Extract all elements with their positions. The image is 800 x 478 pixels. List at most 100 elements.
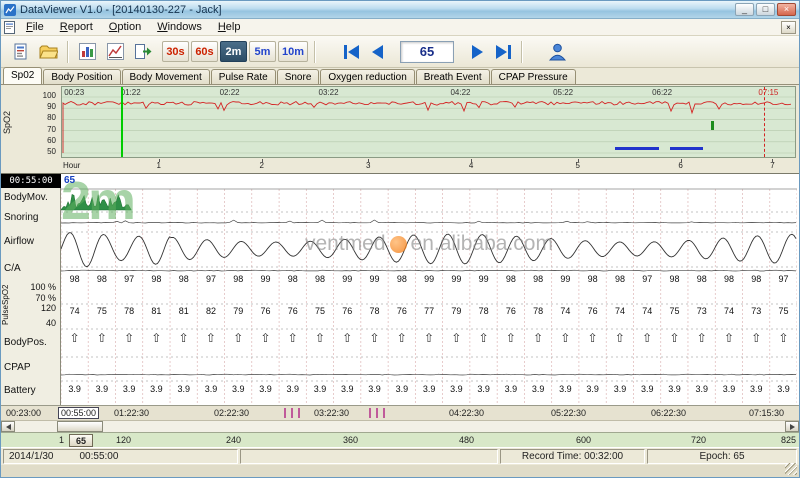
right-triangle-icon [496, 45, 507, 59]
overview-panel: SpO2 1009080706050 00:2301:2202:2203:220… [1, 85, 799, 173]
hour-ruler: Hour 1234567 [61, 159, 796, 172]
pulse-value: 81 [170, 306, 197, 316]
epoch-time-box: 00:55:00 [1, 174, 61, 188]
event-marker-tick [369, 408, 371, 418]
tab-breath-event[interactable]: Breath Event [416, 69, 490, 84]
channel-label-bodymov: BodyMov. [4, 192, 48, 203]
menu-help[interactable]: Help [210, 20, 249, 35]
battery-value: 3.9 [443, 384, 470, 394]
menu-file[interactable]: File [18, 20, 52, 35]
bodypos-arrow: ⇧ [525, 331, 552, 345]
channel-label-battery: Battery [4, 385, 36, 396]
status-time: 00:55:00 [80, 451, 119, 462]
skip-bar-icon [508, 45, 511, 59]
trend-chart-icon [107, 43, 124, 60]
minimize-button[interactable]: _ [735, 3, 754, 16]
previous-epoch-button[interactable] [364, 41, 390, 63]
epoch-ruler-label[interactable]: 65 [69, 434, 93, 447]
skip-bar-icon [344, 45, 347, 59]
hour-tick: 5 [576, 161, 580, 170]
main-plot[interactable]: 65 2m ventmed en.alibaba.com 98989798989… [61, 174, 797, 406]
pulse-value: 78 [470, 306, 497, 316]
time-ruler-label: 04:22:30 [449, 408, 484, 418]
status-datetime: 2014/1/30 00:55:00 [3, 449, 238, 464]
first-epoch-button[interactable] [338, 41, 364, 63]
last-epoch-button[interactable] [490, 41, 516, 63]
scroll-left-button[interactable] [1, 421, 15, 432]
resize-grip[interactable] [785, 463, 797, 475]
bodypos-arrow: ⇧ [770, 331, 797, 345]
spo2-value: 98 [279, 274, 306, 284]
window-frame-bottom [1, 465, 799, 477]
menu-windows[interactable]: Windows [149, 20, 210, 35]
epoch-ruler-label: 120 [116, 435, 131, 445]
bodypos-arrow: ⇧ [116, 331, 143, 345]
bodypos-arrow: ⇧ [88, 331, 115, 345]
bodypos-arrow: ⇧ [606, 331, 633, 345]
time-scale-10m[interactable]: 10m [278, 41, 308, 62]
overview-position-cursor[interactable] [121, 87, 123, 157]
timeline-scrollbar[interactable] [1, 420, 799, 432]
maximize-button[interactable]: □ [756, 3, 775, 16]
patient-info-button[interactable] [543, 39, 571, 65]
battery-value: 3.9 [143, 384, 170, 394]
watermark-brand: ventmed en.alibaba.com [61, 232, 797, 256]
time-scale-5m[interactable]: 5m [249, 41, 276, 62]
pulse-value: 73 [688, 306, 715, 316]
tab-body-position[interactable]: Body Position [43, 69, 120, 84]
epoch-ruler-label: 825 [781, 435, 796, 445]
title-bar[interactable]: DataViewer V1.0 - [20140130-227 - Jack] … [1, 1, 799, 19]
battery-value: 3.9 [743, 384, 770, 394]
export-button[interactable] [129, 39, 157, 65]
bodypos-arrow: ⇧ [225, 331, 252, 345]
channel-label-pulsespo2: PulseSpO2 [1, 276, 12, 334]
report-button[interactable] [6, 39, 34, 65]
spo2-value: 98 [743, 274, 770, 284]
overview-event-bar [615, 147, 659, 150]
bodypos-arrow: ⇧ [443, 331, 470, 345]
app-logo-icon [4, 4, 16, 16]
overview-ytick: 100 [43, 91, 56, 100]
time-ruler-label: 03:22:30 [314, 408, 349, 418]
mdi-close-button[interactable]: × [781, 21, 796, 34]
event-marker-tick [284, 408, 286, 418]
pulse-value: 74 [715, 306, 742, 316]
scrollbar-thumb[interactable] [57, 421, 103, 432]
time-scale-30s[interactable]: 30s [162, 41, 189, 62]
spo2-value: 98 [688, 274, 715, 284]
statistics-button[interactable] [73, 39, 101, 65]
menu-report[interactable]: Report [52, 20, 101, 35]
event-marker-tick [291, 408, 293, 418]
right-triangle-icon [472, 45, 483, 59]
scroll-right-button[interactable] [785, 421, 799, 432]
epoch-input[interactable] [400, 41, 454, 63]
tab-oxygen-reduction[interactable]: Oxygen reduction [320, 69, 414, 84]
time-scale-2m[interactable]: 2m [220, 41, 247, 62]
menu-option[interactable]: Option [101, 20, 149, 35]
app-icon [4, 4, 16, 16]
overview-ytick: 60 [47, 136, 56, 145]
tab-sp02[interactable]: Sp02 [3, 67, 42, 84]
battery-value: 3.9 [306, 384, 333, 394]
tab-bar: Sp02Body PositionBody MovementPulse Rate… [1, 68, 799, 85]
next-epoch-button[interactable] [464, 41, 490, 63]
close-button[interactable]: × [777, 3, 796, 16]
tab-snore[interactable]: Snore [277, 69, 320, 84]
channel-label-bodypos: BodyPos. [4, 337, 47, 348]
tab-cpap-pressure[interactable]: CPAP Pressure [491, 69, 576, 84]
battery-value: 3.9 [361, 384, 388, 394]
tab-body-movement[interactable]: Body Movement [122, 69, 210, 84]
bodypos-arrow: ⇧ [388, 331, 415, 345]
spo2-values-row: 9898979898979899989899999899999998989998… [61, 274, 797, 284]
battery-value: 3.9 [770, 384, 797, 394]
open-file-button[interactable] [34, 39, 62, 65]
overview-plot[interactable]: 00:2301:2202:2203:2204:2205:2206:2207:15 [61, 86, 796, 158]
spo2-value: 97 [197, 274, 224, 284]
time-scale-60s[interactable]: 60s [191, 41, 218, 62]
trend-button[interactable] [101, 39, 129, 65]
battery-value: 3.9 [634, 384, 661, 394]
channel-label-airflow: Airflow [4, 236, 34, 247]
epoch-ruler-label: 720 [691, 435, 706, 445]
pulse-value: 77 [415, 306, 442, 316]
tab-pulse-rate[interactable]: Pulse Rate [211, 69, 276, 84]
